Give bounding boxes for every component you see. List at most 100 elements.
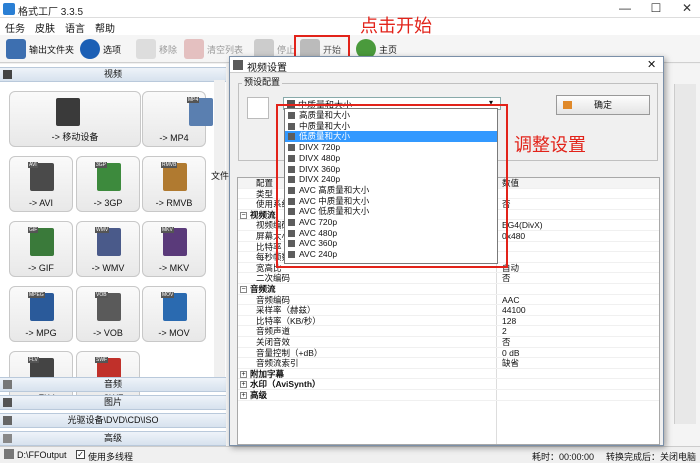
expand-icon[interactable]: + [240, 392, 247, 399]
property-key: 音频声道 [256, 326, 291, 337]
dialog-title: 视频设置 [247, 63, 287, 74]
property-value: 缺省 [502, 358, 520, 369]
expand-icon[interactable]: + [240, 370, 247, 378]
category-advanced[interactable]: 高级 [0, 431, 226, 446]
options-icon [80, 39, 100, 59]
video-category-icon [3, 70, 12, 79]
format-tag: WMV [95, 227, 110, 233]
clear-icon [184, 39, 204, 59]
folder-icon [6, 39, 26, 59]
audio-category-icon [3, 380, 12, 389]
format-tile-label: -> AVI [28, 198, 54, 208]
app-icon [3, 3, 15, 15]
disc-category-icon [3, 416, 12, 425]
format-tile[interactable]: MP4 -> MP4 [142, 91, 213, 147]
collapse-icon[interactable]: − [240, 286, 247, 293]
category-image[interactable]: 图片 [0, 395, 226, 410]
property-value: 128 [502, 315, 517, 326]
format-tile-label: -> RMVB [155, 198, 193, 208]
left-scrollbar[interactable] [214, 80, 225, 380]
format-icon: 3GP [95, 162, 121, 191]
format-tag: 3GP [95, 162, 108, 168]
file-column-header: 文件 [211, 171, 230, 181]
minimize-icon[interactable]: — [615, 1, 635, 15]
ok-button[interactable]: 确定 [556, 95, 650, 115]
format-tile[interactable]: RMVB -> RMVB [142, 156, 206, 212]
format-tile[interactable]: WMV -> WMV [76, 221, 140, 277]
collapse-icon[interactable]: − [240, 211, 247, 219]
property-row[interactable]: 音频流索引 缺省 [238, 358, 659, 369]
property-row[interactable]: 音量控制（+dB） 0 dB [238, 348, 659, 359]
property-value: AAC [502, 294, 520, 305]
format-icon: VOB [95, 292, 121, 321]
property-row[interactable]: 二次编码 否 [238, 273, 659, 284]
property-key: 比特率（KB/秒） [256, 315, 321, 326]
close-icon[interactable]: ✕ [677, 1, 697, 15]
format-tile[interactable]: MOV -> MOV [142, 286, 206, 342]
format-tag: MKV [161, 227, 174, 233]
format-tile[interactable]: VOB -> VOB [76, 286, 140, 342]
property-value: 0 dB [502, 347, 520, 358]
multithread-checkbox[interactable]: ✓ [76, 450, 85, 459]
right-scrollbar[interactable] [674, 84, 696, 424]
format-tile-label: -> MP4 [159, 133, 189, 143]
property-value: EG4(DivX) [502, 220, 543, 231]
property-row[interactable]: 关闭音效 否 [238, 337, 659, 348]
output-folder-button[interactable]: 输出文件夹 [6, 38, 74, 60]
format-tile-label: -> MOV [158, 328, 190, 338]
format-icon: AVI [28, 162, 54, 191]
format-tile[interactable]: MKV -> MKV [142, 221, 206, 277]
format-tag: SWF [95, 357, 109, 363]
format-tile-label: -> MPG [25, 328, 57, 338]
property-section[interactable]: + 水印（AviSynth） [238, 379, 659, 390]
format-tile[interactable]: AVI -> AVI [9, 156, 73, 212]
status-bar: D:\FFOutput ✓ 使用多线程 耗时：00:00:00 转换完成后：关闭… [0, 446, 700, 463]
property-value: 44100 [502, 305, 526, 316]
elapsed-time: 耗时：00:00:00 [532, 452, 595, 462]
property-section[interactable]: − 音频流 [238, 284, 659, 295]
annotation-click-start: 点击开始 [360, 16, 432, 37]
format-tile[interactable]: -> 移动设备 [9, 91, 141, 147]
format-tile[interactable]: GIF -> GIF [9, 221, 73, 277]
property-row[interactable]: 音频编码 AAC [238, 295, 659, 306]
property-key: 音频流索引 [256, 358, 299, 369]
format-tile-label: -> WMV [91, 263, 125, 273]
after-done: 转换完成后：关闭电脑 [606, 452, 697, 462]
property-row[interactable]: 采样率（赫兹） 44100 [238, 305, 659, 316]
format-tag: VOB [95, 292, 108, 298]
maximize-icon[interactable]: ☐ [646, 1, 666, 15]
format-tile-label: -> VOB [93, 328, 123, 338]
preset-group-label: 预设配置 [242, 75, 283, 88]
expand-icon[interactable]: + [240, 381, 247, 389]
dialog-title-bar: 视频设置 ✕ [230, 57, 663, 74]
title-bar: 格式工厂 3.3.5 — ☐ ✕ [0, 0, 700, 18]
settings-highlight-box [276, 104, 508, 268]
property-section[interactable]: + 高级 [238, 390, 659, 401]
format-tag: RMVB [161, 162, 178, 168]
property-row[interactable]: 比特率（KB/秒） 128 [238, 316, 659, 327]
format-tile[interactable]: MPEG -> MPG [9, 286, 73, 342]
format-tag: AVI [28, 162, 38, 168]
menu-bar: 任务 皮肤 语言 帮助 [0, 18, 700, 35]
property-key: 音频流 [250, 284, 276, 294]
format-tile-label: -> 3GP [93, 198, 123, 208]
format-tile-label: -> MKV [158, 263, 190, 273]
property-row[interactable]: 音频声道 2 [238, 326, 659, 337]
arrow-right-icon [563, 101, 572, 109]
format-icon: MP4 [187, 97, 213, 126]
property-key: 二次编码 [256, 273, 291, 284]
category-rom[interactable]: 光驱设备\DVD\CD\ISO [0, 413, 226, 428]
options-button[interactable]: 选项 [80, 38, 121, 60]
property-section[interactable]: + 附加字幕 [238, 369, 659, 380]
format-tag: MOV [161, 292, 175, 298]
dialog-close-icon[interactable]: ✕ [647, 58, 656, 71]
format-icon: GIF [28, 227, 54, 256]
preset-icon [247, 97, 269, 119]
property-key: 高级 [250, 390, 268, 400]
format-tile[interactable]: 3GP -> 3GP [76, 156, 140, 212]
category-audio[interactable]: 音频 [0, 377, 226, 392]
property-key: 关闭音效 [256, 337, 291, 347]
format-tag: MP4 [187, 97, 200, 103]
remove-button[interactable]: 移除 [136, 38, 177, 60]
category-video[interactable]: 视频 [0, 67, 226, 82]
